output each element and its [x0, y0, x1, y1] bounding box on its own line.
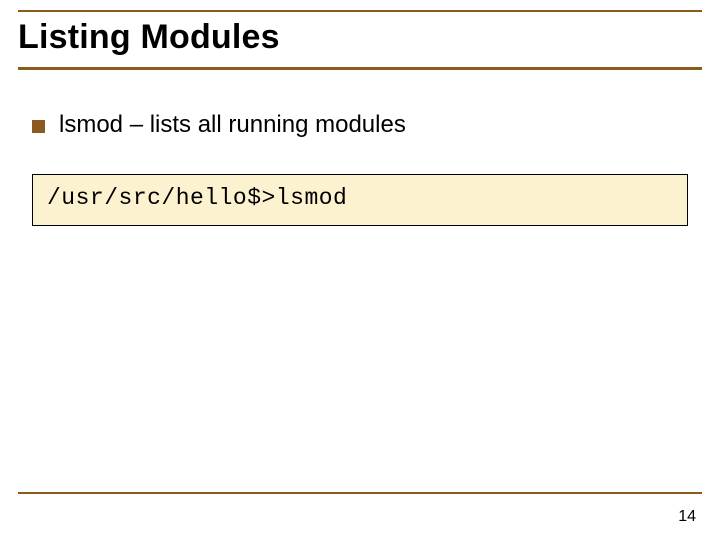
page-number: 14 [678, 508, 696, 526]
code-line: /usr/src/hello$>lsmod [47, 185, 673, 211]
slide-body: lsmod – lists all running modules /usr/s… [32, 110, 692, 226]
code-box: /usr/src/hello$>lsmod [32, 174, 688, 226]
bottom-rule [18, 492, 702, 494]
title-rule-top [18, 10, 702, 12]
title-rule-bottom [18, 67, 702, 70]
title-block: Listing Modules [18, 10, 702, 70]
bullet-text: lsmod – lists all running modules [59, 110, 406, 140]
bullet-row: lsmod – lists all running modules [32, 110, 692, 140]
square-bullet-icon [32, 120, 45, 133]
slide: Listing Modules lsmod – lists all runnin… [0, 0, 720, 540]
slide-title: Listing Modules [18, 18, 702, 65]
